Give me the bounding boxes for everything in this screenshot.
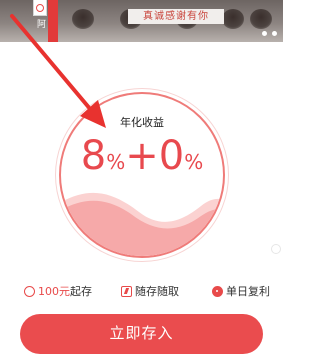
carousel-dot[interactable] xyxy=(262,31,267,36)
top-banner[interactable]: 阿 真诚感谢有你 xyxy=(0,0,283,42)
bonus-rate-unit: % xyxy=(184,150,204,174)
yield-circle: 年化收益 8%+0% xyxy=(59,92,225,258)
refresh-icon xyxy=(271,244,281,254)
yield-title: 年化收益 xyxy=(120,116,164,129)
compound-dot-icon xyxy=(212,285,223,297)
banner-edge-text: 阿 xyxy=(37,20,47,30)
base-rate-unit: % xyxy=(106,150,126,174)
feature-flexible: 随存随取 xyxy=(121,282,179,300)
lightning-icon xyxy=(121,285,132,297)
plus-sign: + xyxy=(125,133,159,179)
feature-min-amount: 100元 起存 xyxy=(24,282,92,300)
min-amount-suffix: 起存 xyxy=(70,285,92,298)
min-amount-value: 100元 xyxy=(38,285,70,298)
base-rate: 8 xyxy=(80,133,107,179)
feature-compound: 单日复利 xyxy=(212,282,270,300)
banner-slogan: 真诚感谢有你 xyxy=(128,9,224,24)
yield-value: 8%+0% xyxy=(61,134,223,178)
coin-icon xyxy=(24,285,35,297)
banner-logo-icon xyxy=(33,0,47,16)
compound-label: 单日复利 xyxy=(226,285,270,298)
deposit-button[interactable]: 立即存入 xyxy=(20,314,263,354)
bonus-rate: 0 xyxy=(158,133,185,179)
feature-row: 100元 起存 随存随取 单日复利 xyxy=(0,282,283,300)
flexible-label: 随存随取 xyxy=(135,285,179,298)
carousel-dot[interactable] xyxy=(272,31,277,36)
banner-red-strip xyxy=(48,0,58,42)
